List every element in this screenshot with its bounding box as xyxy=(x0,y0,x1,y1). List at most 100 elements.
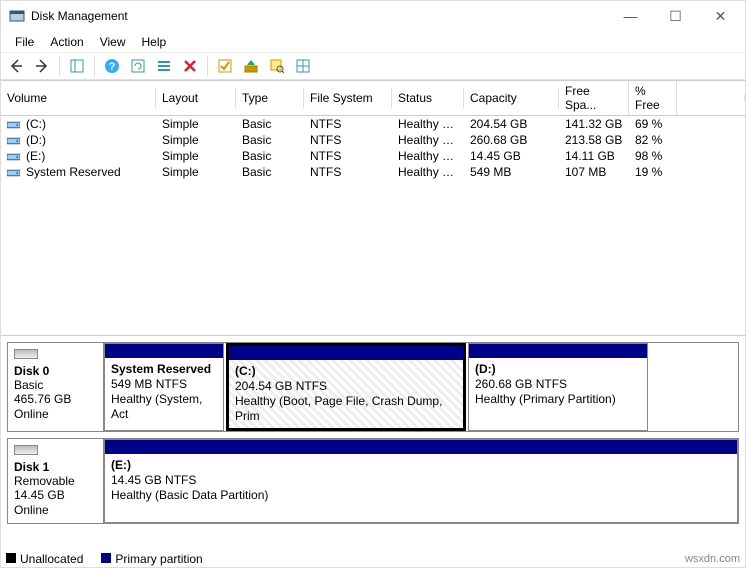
col-pct[interactable]: % Free xyxy=(629,81,677,115)
cell-status: Healthy (B... xyxy=(392,148,464,164)
cell-free: 107 MB xyxy=(559,164,629,180)
col-type[interactable]: Type xyxy=(236,88,304,108)
partition-name: (D:) xyxy=(475,362,496,376)
cell-volume: System Reserved xyxy=(1,164,156,180)
partition-name: (C:) xyxy=(235,364,256,378)
col-layout[interactable]: Layout xyxy=(156,88,236,108)
disk-icon xyxy=(14,445,38,455)
titlebar: Disk Management — ☐ ✕ xyxy=(1,1,745,31)
svg-text:?: ? xyxy=(109,61,116,73)
drive-icon xyxy=(7,120,20,130)
partition[interactable]: (C:)204.54 GB NTFSHealthy (Boot, Page Fi… xyxy=(226,343,466,431)
separator xyxy=(59,56,60,76)
help-button[interactable]: ? xyxy=(101,55,123,77)
cell-free: 14.11 GB xyxy=(559,148,629,164)
action-button-4[interactable] xyxy=(292,55,314,77)
delete-icon xyxy=(182,58,198,74)
help-icon: ? xyxy=(104,58,120,74)
legend: Unallocated Primary partition wsxdn.com xyxy=(6,552,740,566)
partition[interactable]: System Reserved549 MB NTFSHealthy (Syste… xyxy=(104,343,224,431)
refresh-icon xyxy=(130,58,146,74)
action-button-1[interactable] xyxy=(214,55,236,77)
up-icon xyxy=(243,58,259,74)
partition-body: System Reserved549 MB NTFSHealthy (Syste… xyxy=(105,358,223,430)
disk-title: Disk 1 xyxy=(14,460,49,474)
partition-name: System Reserved xyxy=(111,362,211,376)
swatch-blue-icon xyxy=(101,553,111,563)
partition-size: 14.45 GB NTFS xyxy=(111,473,196,487)
disk-size: 14.45 GB xyxy=(14,488,97,502)
disk-icon xyxy=(14,349,38,359)
cell-volume: (C:) xyxy=(1,116,156,132)
disk-state: Online xyxy=(14,407,97,421)
partition-size: 204.54 GB NTFS xyxy=(235,379,327,393)
col-fs[interactable]: File System xyxy=(304,88,392,108)
disk-info[interactable]: Disk 0Basic465.76 GBOnline xyxy=(8,343,104,431)
partition-status: Healthy (System, Act xyxy=(111,392,202,421)
swatch-black-icon xyxy=(6,553,16,563)
panel-icon xyxy=(69,58,85,74)
partition-body: (D:)260.68 GB NTFSHealthy (Primary Parti… xyxy=(469,358,647,430)
volume-list-body: (C:)SimpleBasicNTFSHealthy (B...204.54 G… xyxy=(1,116,745,336)
cell-type: Basic xyxy=(236,164,304,180)
cell-pct: 82 % xyxy=(629,132,677,148)
partition-body: (E:)14.45 GB NTFSHealthy (Basic Data Par… xyxy=(105,454,737,522)
disk-title: Disk 0 xyxy=(14,364,49,378)
refresh-button[interactable] xyxy=(127,55,149,77)
disk-map: Disk 0Basic465.76 GBOnlineSystem Reserve… xyxy=(1,336,745,567)
action-button-2[interactable] xyxy=(240,55,262,77)
table-row[interactable]: (D:)SimpleBasicNTFSHealthy (P...260.68 G… xyxy=(1,132,745,148)
menu-view[interactable]: View xyxy=(92,33,134,51)
col-free[interactable]: Free Spa... xyxy=(559,81,629,115)
volume-list: Volume Layout Type File System Status Ca… xyxy=(1,80,745,336)
close-button[interactable]: ✕ xyxy=(698,1,743,31)
col-spare[interactable] xyxy=(677,95,745,101)
cell-free: 213.58 GB xyxy=(559,132,629,148)
minimize-button[interactable]: — xyxy=(608,1,653,31)
disk-size: 465.76 GB xyxy=(14,392,97,406)
disk-info[interactable]: Disk 1Removable14.45 GBOnline xyxy=(8,439,104,523)
table-row[interactable]: (C:)SimpleBasicNTFSHealthy (B...204.54 G… xyxy=(1,116,745,132)
menu-file[interactable]: File xyxy=(7,33,42,51)
cell-fs: NTFS xyxy=(304,148,392,164)
grid-icon xyxy=(295,58,311,74)
separator xyxy=(207,56,208,76)
table-row[interactable]: System ReservedSimpleBasicNTFSHealthy (S… xyxy=(1,164,745,180)
disk-row: Disk 0Basic465.76 GBOnlineSystem Reserve… xyxy=(7,342,739,432)
volume-list-header: Volume Layout Type File System Status Ca… xyxy=(1,80,745,116)
maximize-button[interactable]: ☐ xyxy=(653,1,698,31)
legend-primary: Primary partition xyxy=(101,552,202,566)
cell-free: 141.32 GB xyxy=(559,116,629,132)
cell-capacity: 549 MB xyxy=(464,164,559,180)
disk-kind: Basic xyxy=(14,378,97,392)
delete-button[interactable] xyxy=(179,55,201,77)
partition-body: (C:)204.54 GB NTFSHealthy (Boot, Page Fi… xyxy=(229,360,463,428)
partition[interactable]: (E:)14.45 GB NTFSHealthy (Basic Data Par… xyxy=(104,439,738,523)
table-row[interactable]: (E:)SimpleBasicNTFSHealthy (B...14.45 GB… xyxy=(1,148,745,164)
partition-status: Healthy (Basic Data Partition) xyxy=(111,488,268,502)
cell-volume: (E:) xyxy=(1,148,156,164)
back-button[interactable] xyxy=(5,55,27,77)
search-icon xyxy=(269,58,285,74)
col-volume[interactable]: Volume xyxy=(1,88,156,108)
disk-management-window: Disk Management — ☐ ✕ File Action View H… xyxy=(0,0,746,568)
col-status[interactable]: Status xyxy=(392,88,464,108)
toolbar: ? xyxy=(1,52,745,80)
cell-status: Healthy (P... xyxy=(392,132,464,148)
drive-icon xyxy=(7,152,20,162)
settings-button[interactable] xyxy=(153,55,175,77)
action-button-3[interactable] xyxy=(266,55,288,77)
menu-action[interactable]: Action xyxy=(42,33,91,51)
menu-help[interactable]: Help xyxy=(134,33,175,51)
drive-icon xyxy=(7,168,20,178)
partition[interactable]: (D:)260.68 GB NTFSHealthy (Primary Parti… xyxy=(468,343,648,431)
legend-unallocated: Unallocated xyxy=(6,552,83,566)
cell-layout: Simple xyxy=(156,164,236,180)
show-hide-button[interactable] xyxy=(66,55,88,77)
col-capacity[interactable]: Capacity xyxy=(464,88,559,108)
forward-button[interactable] xyxy=(31,55,53,77)
legend-unallocated-label: Unallocated xyxy=(20,552,83,566)
cell-capacity: 260.68 GB xyxy=(464,132,559,148)
arrow-left-icon xyxy=(8,58,24,74)
cell-status: Healthy (S... xyxy=(392,164,464,180)
